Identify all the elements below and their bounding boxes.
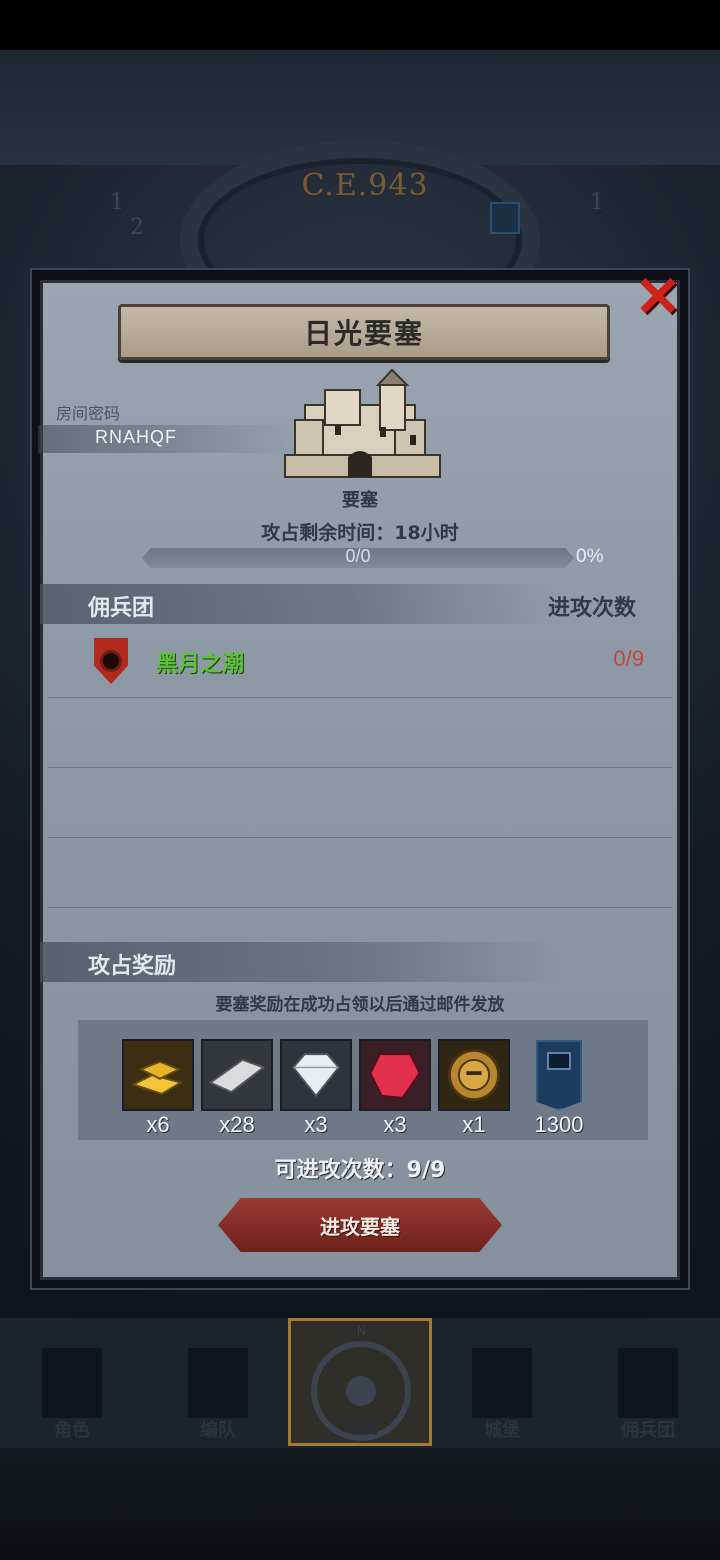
attack-button-label: 进攻要塞 [320,1214,400,1239]
nav-label: 佣兵团 [621,1420,675,1441]
status-bar [0,0,720,50]
gold-bars-icon[interactable] [122,1039,194,1111]
room-password-label: 房间密码 [56,404,121,423]
nav-label: 角色 [54,1420,90,1441]
dial-number: 2 [130,215,144,240]
close-icon[interactable]: ✕ [632,269,684,325]
dial-number: 1 [590,190,604,215]
mercenary-row-empty [48,768,672,838]
attacks-header: 进攻次数 [548,596,637,621]
building-type-label: 要塞 [342,490,378,511]
attack-fortress-button[interactable]: 进攻要塞 [218,1198,502,1252]
siege-progress-percent: 0% [576,546,604,567]
nav-footer [0,1448,720,1560]
nav-item-formation[interactable]: 编队 [146,1318,290,1446]
title-plaque: 日光要塞 [118,304,610,360]
castle-icon [284,368,441,478]
nav-label: 地图 [342,1417,378,1438]
guild-banner-icon[interactable] [536,1040,582,1110]
dial-number: 1 [110,190,124,215]
ruby-icon[interactable] [359,1039,431,1111]
silver-ingot-icon[interactable] [201,1039,273,1111]
nav-item-map[interactable]: N 地图 [288,1318,432,1446]
modal-title: 日光要塞 [303,317,424,350]
nav-item-mercenary[interactable]: 佣兵团 [576,1318,720,1446]
room-password-value[interactable]: RNAHQF [95,427,177,448]
mercenary-attack-count: 0/9 [613,646,644,671]
rewards-header: 攻占奖励 [88,954,177,979]
mercenary-row-empty [48,698,672,768]
notice-icon[interactable] [490,202,520,234]
golden-helmet-icon[interactable] [438,1039,510,1111]
siege-progress-text: 0/0 [345,546,371,566]
rewards-note: 要塞奖励在成功占领以后通过邮件发放 [215,995,505,1015]
mercenary-name: 黑月之潮 [156,652,245,677]
reward-qty: 1300 [534,1112,584,1137]
diamond-icon[interactable] [280,1039,352,1111]
nav-label: 编队 [200,1420,236,1441]
nav-item-castle[interactable]: 城堡 [430,1318,574,1446]
helmet-icon [188,1348,248,1418]
castle-icon [472,1348,532,1418]
mercenary-row[interactable]: 黑月之潮 0/9 [48,628,672,698]
siege-remaining-time: 攻占剩余时间：18小时 [261,522,459,544]
red-shield-icon [94,638,128,684]
knight-icon [42,1348,102,1418]
nav-label: 城堡 [484,1420,520,1441]
mercenary-icon [618,1348,678,1418]
era-label: C.E.943 [301,168,429,203]
nav-item-character[interactable]: 角色 [0,1318,144,1446]
mercenary-header: 佣兵团 [88,596,155,621]
compass-north-label: N [357,1324,366,1338]
available-attacks: 可进攻次数：9/9 [274,1158,446,1183]
mercenary-row-empty [48,838,672,908]
